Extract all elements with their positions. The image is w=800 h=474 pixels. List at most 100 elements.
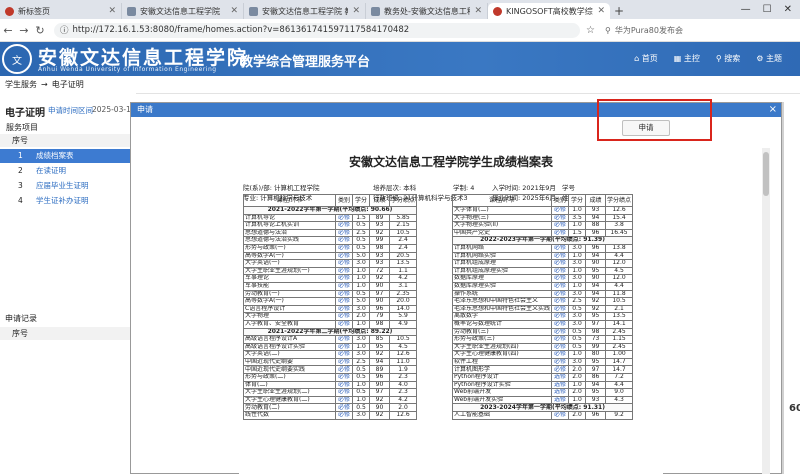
service-item-label[interactable]: 成绩档案表 (36, 149, 74, 163)
course-name: Web前端开发 (451, 388, 553, 397)
grade-table: 课程/环节 类别 学分 成绩 学分绩点 2021-2022学年第一学期(平均绩点: 90.… (242, 194, 418, 420)
course-type: 必修 (335, 213, 353, 223)
tab-close-icon[interactable]: ✕ (230, 6, 238, 16)
course-name: Web前端开发实验 (451, 395, 553, 405)
column-header: 类别 (335, 194, 353, 207)
service-item-label[interactable]: 在读证明 (36, 164, 66, 178)
course-score: 80 (585, 350, 607, 359)
course-score: 90 (369, 297, 390, 306)
course-type: 必修 (551, 221, 570, 230)
course-gpa-points: 10.5 (388, 228, 418, 238)
course-gpa-points: 2.45 (605, 327, 634, 337)
service-item[interactable]: 4 学生证补办证明 (0, 194, 136, 208)
course-gpa-points: 2.1 (605, 304, 634, 314)
scrollbar-thumb[interactable] (763, 152, 769, 196)
course-gpa-points: 1.9 (388, 365, 418, 375)
grade-row: 大学物理(三) 必修 3.5 94 15.4 (451, 213, 634, 223)
browser-tab[interactable]: 新标签页 ✕ (0, 3, 122, 19)
course-credit: 2.0 (568, 388, 587, 397)
window-controls: — ☐ ✕ (733, 0, 800, 19)
course-gpa-points: 12.0 (605, 274, 634, 283)
course-gpa-points: 4.9 (388, 319, 418, 329)
tab-close-icon[interactable]: ✕ (352, 6, 360, 16)
home-icon: ⌂ (634, 54, 642, 63)
minimize-icon[interactable]: — (741, 4, 751, 15)
course-gpa-points: 1.00 (605, 350, 634, 359)
course-gpa-points: 5.85 (388, 213, 418, 223)
platform-title: 教学综合管理服务平台 (240, 55, 371, 70)
course-gpa-points: 12.6 (388, 350, 418, 359)
breadcrumb-home[interactable]: 学生服务 (5, 79, 37, 90)
header-nav-item[interactable]: ⚙ 主题 (756, 53, 782, 64)
close-icon[interactable]: × (769, 103, 777, 117)
service-item[interactable]: 2 在读证明 (0, 164, 136, 178)
course-gpa-points: 20.5 (388, 251, 418, 261)
grade-row: 大学生职业生涯规划(四) 必修 0.5 99 2.45 (451, 342, 634, 352)
course-name: 形势与政策(三) (451, 335, 553, 344)
tab-close-icon[interactable]: ✕ (597, 6, 605, 16)
browser-tab[interactable]: 安徽文达信息工程学院 ✕ (122, 3, 244, 19)
tab-close-icon[interactable]: ✕ (108, 6, 116, 16)
course-name: 大学物理 (243, 312, 336, 321)
course-name: 线性代数 (243, 411, 336, 420)
document-scrollbar[interactable] (762, 148, 770, 474)
course-credit: 0.5 (352, 373, 370, 382)
close-window-icon[interactable]: ✕ (784, 4, 792, 15)
course-credit: 0.5 (352, 365, 370, 375)
course-score: 92 (585, 304, 607, 314)
maximize-icon[interactable]: ☐ (763, 4, 772, 15)
course-credit: 1.0 (352, 342, 370, 352)
tab-label: 新标签页 (18, 6, 50, 16)
modal-title: 申请 (137, 105, 153, 114)
service-item[interactable]: 1 成绩档案表 (0, 149, 136, 163)
course-type: 必修 (335, 243, 353, 253)
grade-row: Python程序设计实验 选修 1.0 94 4.4 (451, 380, 634, 390)
course-credit: 3.0 (352, 304, 370, 314)
logo-text: 文 (12, 55, 22, 67)
browser-tab[interactable]: 安徽文达信息工程学院 教育 ✕ (244, 3, 366, 19)
course-type: 必修 (335, 236, 353, 245)
course-credit: 2.0 (352, 312, 370, 321)
course-credit: 0.5 (352, 236, 370, 245)
info-icon[interactable]: ⓘ (60, 24, 69, 36)
grade-row: 高等数学A(一) 必修 5.0 90 20.0 (243, 297, 418, 306)
reload-icon[interactable]: ↻ (32, 24, 48, 37)
tab-close-icon[interactable]: ✕ (474, 6, 482, 16)
service-item-label[interactable]: 学生证补办证明 (36, 194, 89, 208)
course-score: 95 (585, 266, 607, 276)
search-icon: ⚲ (604, 25, 611, 35)
course-gpa-points: 13.5 (605, 312, 634, 321)
back-icon[interactable]: ← (0, 24, 16, 37)
course-credit: 1.0 (568, 221, 587, 230)
header-nav-item[interactable]: ⌂ 首页 (634, 53, 658, 64)
browser-tab[interactable]: 教务处-安徽文达信息工程 ✕ (366, 3, 488, 19)
course-credit: 0.5 (352, 221, 370, 230)
url-field[interactable]: ⓘ http://172.16.1.53:8080/frame/homes.ac… (54, 22, 580, 38)
grade-row: 体育(二) 必修 1.0 90 4.0 (243, 380, 418, 390)
grade-row: 计算机导论上机实训 必修 0.5 93 2.15 (243, 221, 418, 230)
grade-row: 大学体育(二) 必修 1.0 93 12.6 (451, 206, 634, 215)
course-type: 必修 (335, 266, 353, 276)
school-logo: 文 (2, 44, 32, 74)
grade-table-header: 课程/环节 类别 学分 成绩 学分绩点 (243, 194, 418, 207)
grade-table-header: 课程/环节 类别 学分 成绩 学分绩点 (451, 194, 634, 207)
column-header: 学分 (568, 194, 587, 207)
course-type: 必修 (551, 365, 570, 375)
bookmark-star-icon[interactable]: ☆ (586, 25, 595, 36)
service-item[interactable]: 3 应届毕业生证明 (0, 179, 136, 193)
course-type: 必修 (335, 319, 353, 329)
extension-area[interactable]: ⚲ 华为Pura80发布会 (605, 25, 683, 36)
tab-label: 安徽文达信息工程学院 (140, 6, 220, 16)
header-nav-item[interactable]: ⚲ 搜索 (716, 53, 740, 64)
course-gpa-points: 14.0 (388, 304, 418, 314)
new-tab-button[interactable]: + (610, 3, 628, 19)
course-gpa-points: 2.0 (388, 403, 418, 413)
header-nav-item[interactable]: ▦ 主控 (674, 53, 700, 64)
course-score: 86 (585, 373, 607, 382)
grade-row: 中国近现代史纲要实践 必修 0.5 89 1.9 (243, 365, 418, 375)
browser-tab[interactable]: KINGOSOFT高校教学综合管 ✕ (488, 3, 610, 19)
course-gpa-points: 4.5 (605, 266, 634, 276)
service-item-label[interactable]: 应届毕业生证明 (36, 179, 89, 193)
course-credit: 3.0 (568, 243, 587, 253)
forward-icon[interactable]: → (16, 24, 32, 37)
